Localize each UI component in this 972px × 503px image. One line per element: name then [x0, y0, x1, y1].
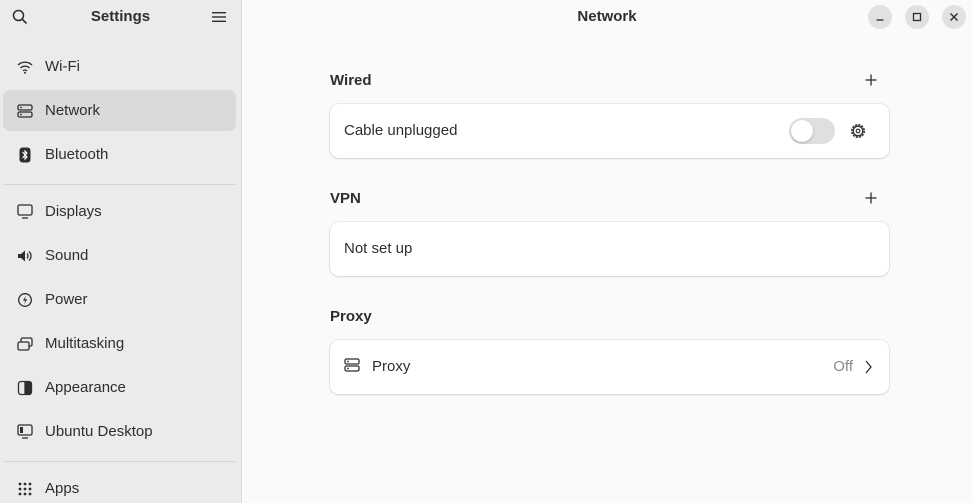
network-icon [16, 102, 34, 120]
toggle-knob [791, 120, 813, 142]
speaker-icon [16, 247, 34, 265]
sidebar-divider [3, 184, 236, 185]
sidebar-item-label: Multitasking [45, 335, 125, 352]
ubuntu-desktop-icon [16, 423, 34, 441]
bluetooth-icon [16, 146, 34, 164]
sidebar-item-appearance[interactable]: Appearance [3, 367, 236, 408]
wired-section-title: Wired [330, 72, 372, 89]
sidebar-item-label: Ubuntu Desktop [45, 423, 153, 440]
sidebar-item-label: Apps [45, 480, 80, 497]
sidebar-title: Settings [90, 8, 151, 25]
sidebar-item-label: Wi-Fi [45, 58, 80, 75]
vpn-status-label: Not set up [344, 240, 413, 257]
sidebar-item-apps[interactable]: Apps [3, 468, 236, 503]
add-vpn-button[interactable] [860, 187, 882, 209]
sidebar-item-power[interactable]: Power [3, 279, 236, 320]
page-title: Network [577, 8, 637, 25]
apps-grid-icon [16, 480, 34, 498]
wired-toggle-switch[interactable] [789, 118, 835, 144]
sidebar-item-ubuntu-desktop[interactable]: Ubuntu Desktop [3, 411, 236, 452]
appearance-icon [16, 379, 34, 397]
network-icon [344, 358, 362, 376]
sidebar-item-displays[interactable]: Displays [3, 191, 236, 232]
sidebar-item-label: Network [45, 102, 101, 119]
sidebar-item-label: Appearance [45, 379, 126, 396]
sidebar-item-label: Sound [45, 247, 89, 264]
sidebar-item-bluetooth[interactable]: Bluetooth [3, 134, 236, 175]
sidebar-item-sound[interactable]: Sound [3, 235, 236, 276]
multitasking-icon [16, 335, 34, 353]
power-icon [16, 291, 34, 309]
gear-icon[interactable] [848, 121, 868, 141]
hamburger-menu-icon[interactable] [209, 7, 229, 27]
sidebar-item-wifi[interactable]: Wi-Fi [3, 46, 236, 87]
sidebar-item-label: Bluetooth [45, 146, 109, 163]
minimize-button[interactable] [868, 5, 892, 29]
settings-window: Settings Wi-Fi Network Bluetooth Display… [0, 0, 972, 503]
sidebar-item-multitasking[interactable]: Multitasking [3, 323, 236, 364]
main-panel: Network Wired Cable unplugged VPN Not se… [242, 0, 972, 503]
maximize-button[interactable] [905, 5, 929, 29]
sidebar-item-label: Power [45, 291, 88, 308]
wired-status-label: Cable unplugged [344, 122, 458, 139]
wifi-icon [16, 58, 34, 76]
vpn-section-title: VPN [330, 190, 361, 207]
sidebar-item-network[interactable]: Network [3, 90, 236, 131]
close-button[interactable] [942, 5, 966, 29]
proxy-label: Proxy [372, 358, 411, 375]
sidebar-item-label: Displays [45, 203, 102, 220]
sidebar: Settings Wi-Fi Network Bluetooth Display… [0, 0, 242, 503]
sidebar-divider [3, 461, 236, 462]
wired-connection-row: Cable unplugged [330, 104, 889, 158]
proxy-row[interactable]: Proxy Off [330, 340, 889, 394]
sidebar-header: Settings [0, 0, 241, 34]
proxy-section-title: Proxy [330, 308, 372, 325]
proxy-status-value: Off [833, 358, 853, 375]
vpn-row: Not set up [330, 222, 889, 276]
chevron-right-icon [863, 359, 873, 375]
display-icon [16, 203, 34, 221]
add-wired-connection-button[interactable] [860, 69, 882, 91]
